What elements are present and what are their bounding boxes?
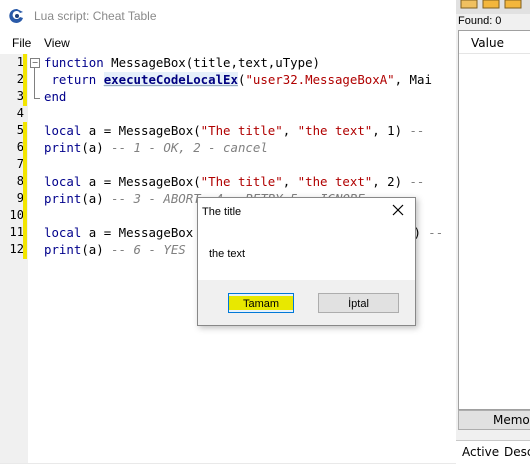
code-line: local a = MessageBox (44, 225, 194, 240)
code-line: print(a) -- 6 - YES (44, 242, 186, 257)
list-header: Value (459, 31, 530, 54)
code-line: return executeCodeLocalEx("user32.Messag… (44, 72, 432, 87)
line-number: 10 (9, 208, 24, 222)
fold-toggle-icon[interactable]: − (30, 58, 40, 68)
dialog-button-bar: Tamam İptal (198, 280, 415, 325)
menu-view[interactable]: View (44, 36, 70, 50)
toolbar-icon[interactable] (482, 0, 500, 10)
column-header-value[interactable]: Value (471, 36, 504, 50)
code-line: end (44, 89, 67, 104)
line-number: 4 (16, 106, 24, 120)
changed-line-marker (23, 54, 27, 106)
ok-button-label: Tamam (242, 298, 280, 310)
window-titlebar[interactable]: Lua script: Cheat Table (0, 0, 456, 32)
cancel-button[interactable]: İptal (318, 293, 399, 313)
column-header-active[interactable]: Active (462, 445, 499, 459)
column-header-description[interactable]: Descr (504, 445, 530, 459)
toolbar-icon[interactable] (504, 0, 522, 10)
fold-column (28, 54, 40, 463)
found-count: Found: 0 (458, 15, 502, 27)
line-number: 12 (9, 242, 24, 256)
dialog-message: the text (209, 248, 246, 260)
memory-view-label: Memor (493, 413, 530, 427)
ok-button[interactable]: Tamam (228, 293, 294, 313)
toolbar-icon[interactable] (460, 0, 478, 10)
code-line: print(a) -- 1 - OK, 2 - cancel (44, 140, 268, 155)
menu-file[interactable]: File (12, 36, 31, 50)
line-number-gutter: 1 2 3 4 5 6 8 7 9 10 11 12 (0, 54, 28, 463)
address-list-header: Active Descr (456, 440, 530, 464)
dialog-title: The title (202, 206, 242, 218)
fold-guide-end (34, 98, 40, 99)
toolbar-fragment (456, 0, 530, 14)
message-box-dialog: The title the text Tamam İptal (197, 197, 416, 326)
cheat-engine-icon (9, 8, 23, 23)
memory-view-button[interactable]: Memor (458, 410, 530, 430)
close-icon[interactable] (391, 203, 405, 217)
line-number: 11 (9, 225, 24, 239)
fold-guide (34, 68, 35, 98)
changed-line-marker (23, 122, 27, 259)
cancel-button-label: İptal (348, 298, 369, 310)
window-title: Lua script: Cheat Table (34, 9, 157, 23)
code-line: local a = MessageBox("The title", "the t… (44, 123, 425, 138)
code-line: local a = MessageBox("The title", "the t… (44, 174, 425, 189)
menu-bar: File View (0, 32, 456, 54)
main-window-right-edge: Found: 0 Value Memor Active Descr (456, 0, 530, 464)
scan-results-list[interactable]: Value (458, 30, 530, 410)
code-line: function MessageBox(title,text,uType) (44, 55, 321, 70)
